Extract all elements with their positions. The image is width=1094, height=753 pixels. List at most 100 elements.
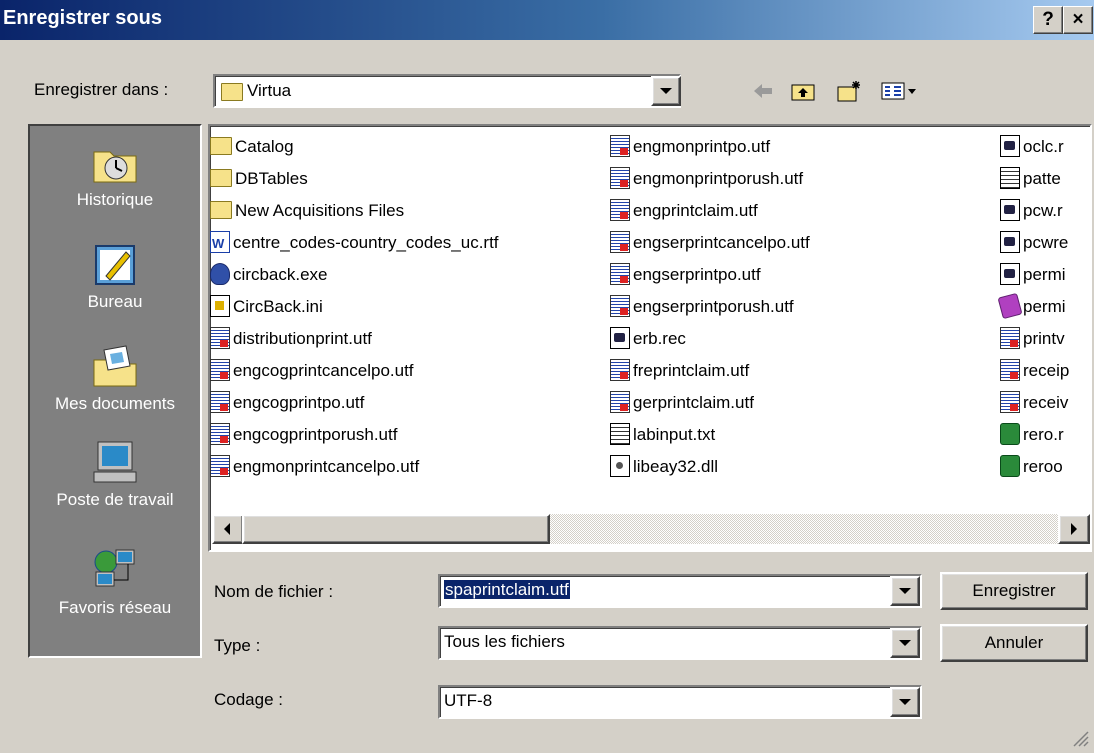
place-desktop[interactable]: Bureau — [30, 242, 200, 312]
back-icon[interactable] — [750, 79, 776, 103]
file-name: freprintclaim.utf — [633, 361, 750, 380]
location-label: Enregistrer dans : — [34, 80, 169, 99]
file-item[interactable]: centre_codes-country_codes_uc.rtf — [210, 228, 499, 258]
file-item[interactable]: permi — [997, 292, 1066, 321]
file-item[interactable]: patte — [1000, 164, 1061, 193]
file-item[interactable]: DBTables — [210, 164, 308, 193]
file-item[interactable]: engserprintporush.utf — [610, 292, 794, 321]
place-my-documents-label: Mes documents — [55, 394, 175, 413]
file-name: New Acquisitions Files — [235, 201, 405, 220]
file-name: pcwre — [1023, 233, 1069, 252]
my-documents-icon — [92, 344, 138, 388]
file-name: permi — [1023, 297, 1066, 316]
file-name: receip — [1023, 361, 1070, 380]
utf-file-icon — [610, 166, 630, 189]
utf-file-icon — [1000, 358, 1020, 381]
file-item[interactable]: engcogprintcancelpo.utf — [210, 356, 414, 385]
place-network[interactable]: Favoris réseau — [30, 548, 200, 618]
folder-open-icon — [221, 83, 243, 101]
file-item[interactable]: pcw.r — [1000, 196, 1063, 225]
file-item[interactable]: rero.r — [1000, 420, 1064, 449]
scroll-thumb[interactable] — [242, 514, 550, 544]
file-item[interactable]: pcwre — [1000, 228, 1068, 257]
up-folder-icon[interactable] — [790, 79, 816, 103]
horizontal-scrollbar[interactable] — [212, 514, 1090, 544]
file-item[interactable]: freprintclaim.utf — [610, 356, 749, 385]
file-item[interactable]: erb.rec — [610, 324, 686, 353]
location-combo[interactable]: Virtua — [213, 74, 681, 108]
utf-file-icon — [210, 422, 230, 445]
close-button[interactable]: × — [1063, 6, 1093, 34]
network-icon — [92, 548, 138, 592]
file-item[interactable]: CircBack.ini — [210, 292, 323, 321]
new-folder-icon[interactable] — [836, 79, 862, 103]
filename-input[interactable]: spaprintclaim.utf — [444, 580, 570, 599]
type-dropdown-button[interactable] — [890, 628, 920, 658]
file-item[interactable]: engcogprintpo.utf — [210, 388, 364, 417]
file-list[interactable]: Catalog DBTables New Acquisitions Files cen… — [208, 124, 1092, 552]
title-bar[interactable]: Enregistrer sous ? × — [0, 0, 1094, 40]
location-dropdown-button[interactable] — [651, 76, 681, 106]
view-menu-icon[interactable] — [880, 79, 920, 103]
file-name: DBTables — [235, 169, 308, 188]
utf-file-icon — [1000, 390, 1020, 413]
file-item[interactable]: receiv — [1000, 388, 1068, 417]
utf-file-icon — [610, 230, 630, 253]
place-history[interactable]: Historique — [30, 140, 200, 210]
file-name: erb.rec — [633, 329, 686, 348]
file-name: permi — [1023, 265, 1066, 284]
utf-file-icon — [610, 294, 630, 317]
file-item[interactable]: permi — [1000, 260, 1066, 289]
resize-grip-icon[interactable] — [1070, 728, 1090, 748]
file-item[interactable]: libeay32.dll — [610, 452, 718, 481]
type-select[interactable]: Tous les fichiers — [438, 626, 922, 660]
file-item[interactable]: Catalog — [210, 132, 294, 161]
scroll-right-button[interactable] — [1058, 514, 1090, 544]
file-item[interactable]: New Acquisitions Files — [210, 196, 404, 225]
file-name: patte — [1023, 169, 1061, 188]
file-item[interactable]: distributionprint.utf — [210, 324, 372, 353]
file-item[interactable]: engmonprintcancelpo.utf — [210, 452, 419, 481]
txt-file-icon — [610, 422, 630, 445]
file-item[interactable]: engserprintpo.utf — [610, 260, 761, 289]
file-item[interactable]: engprintclaim.utf — [610, 196, 758, 225]
file-item[interactable]: engcogprintporush.utf — [210, 420, 397, 449]
place-my-documents[interactable]: Mes documents — [30, 344, 200, 414]
encoding-value: UTF-8 — [444, 691, 493, 710]
file-name: engcogprintporush.utf — [233, 425, 398, 444]
cancel-button[interactable]: Annuler — [940, 624, 1088, 662]
scroll-left-button[interactable] — [212, 514, 244, 544]
file-item[interactable]: printv — [1000, 324, 1065, 353]
file-item[interactable]: oclc.r — [1000, 132, 1064, 161]
file-name: engmonprintpo.utf — [633, 137, 771, 156]
file-item[interactable]: receip — [1000, 356, 1069, 385]
file-item[interactable]: engmonprintporush.utf — [610, 164, 803, 193]
folder-file-icon — [210, 136, 232, 155]
glob-file-icon — [1000, 422, 1020, 445]
file-name: oclc.r — [1023, 137, 1064, 156]
utf-file-icon — [610, 134, 630, 157]
file-name: engprintclaim.utf — [633, 201, 758, 220]
file-item[interactable]: circback.exe — [210, 260, 327, 289]
encoding-dropdown-button[interactable] — [890, 687, 920, 717]
help-button[interactable]: ? — [1033, 6, 1063, 34]
file-item[interactable]: engmonprintpo.utf — [610, 132, 770, 161]
file-item[interactable]: gerprintclaim.utf — [610, 388, 754, 417]
file-name: engcogprintcancelpo.utf — [233, 361, 414, 380]
save-button[interactable]: Enregistrer — [940, 572, 1088, 610]
filename-dropdown-button[interactable] — [890, 576, 920, 606]
utf-file-icon — [610, 390, 630, 413]
folder-file-icon — [210, 200, 232, 219]
places-bar: Historique Bureau Mes documents Poste de… — [28, 124, 202, 658]
file-item[interactable]: engserprintcancelpo.utf — [610, 228, 810, 257]
location-value: Virtua — [247, 81, 292, 100]
utf-file-icon — [210, 390, 230, 413]
rec-file-icon — [610, 326, 630, 349]
encoding-select[interactable]: UTF-8 — [438, 685, 922, 719]
file-item[interactable]: labinput.txt — [610, 420, 715, 449]
ini-file-icon — [210, 294, 230, 317]
type-value: Tous les fichiers — [444, 632, 565, 651]
filename-combo[interactable]: spaprintclaim.utf — [438, 574, 922, 608]
file-item[interactable]: reroo — [1000, 452, 1063, 481]
place-my-computer[interactable]: Poste de travail — [30, 440, 200, 510]
